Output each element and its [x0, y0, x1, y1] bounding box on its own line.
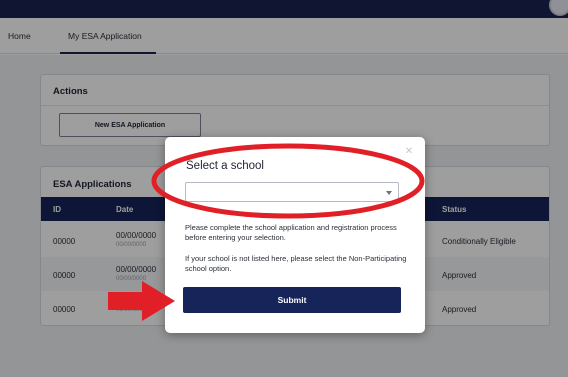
red-arrow-icon	[108, 281, 175, 321]
pointing-arrow-annotation	[108, 281, 175, 321]
